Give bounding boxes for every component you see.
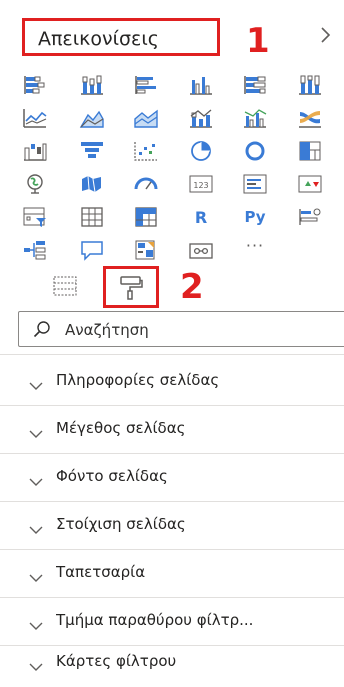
ribbon-chart-icon[interactable] [297, 107, 323, 129]
clustered-bar-chart-icon[interactable] [133, 74, 159, 96]
search-box[interactable] [18, 311, 344, 347]
chevron-right-icon[interactable] [314, 24, 336, 46]
section-label: Ταπετσαρία [56, 563, 146, 581]
pane-title: Απεικονίσεις [38, 28, 159, 50]
line-and-stacked-column-chart-icon[interactable] [188, 107, 214, 129]
multi-row-card-icon[interactable] [242, 173, 268, 195]
search-input[interactable] [65, 319, 335, 341]
card-icon[interactable]: 123 [188, 173, 214, 195]
section-wallpaper[interactable]: Ταπετσαρία [0, 550, 344, 598]
slicer-icon[interactable] [22, 206, 48, 228]
100-stacked-column-chart-icon[interactable] [297, 74, 323, 96]
section-label: Μέγεθος σελίδας [56, 419, 186, 437]
chevron-down-icon [29, 424, 43, 438]
section-canvas-background[interactable]: Φόντο σελίδας [0, 454, 344, 502]
stacked-bar-chart-icon[interactable] [22, 74, 48, 96]
chevron-down-icon [29, 376, 43, 390]
fields-icon[interactable] [52, 275, 78, 297]
chevron-down-icon [29, 568, 43, 582]
stacked-area-chart-icon[interactable] [133, 107, 159, 129]
build-format-tabs: 2 [0, 264, 344, 310]
100-stacked-bar-chart-icon[interactable] [242, 74, 268, 96]
format-highlight-box[interactable] [103, 266, 159, 308]
area-chart-icon[interactable] [79, 107, 105, 129]
divider [0, 354, 344, 355]
python-visual-text: Py [244, 208, 265, 226]
filled-map-icon[interactable] [79, 173, 105, 195]
annotation-number-2: 2 [180, 267, 204, 307]
chevron-down-icon [29, 520, 43, 534]
annotation-number-1: 1 [246, 21, 270, 61]
key-influencers-icon[interactable] [297, 206, 323, 228]
matrix-icon[interactable] [133, 206, 159, 228]
section-page-alignment[interactable]: Στοίχιση σελίδας [0, 502, 344, 550]
more-visuals-icon[interactable]: ··· [242, 238, 268, 261]
r-script-visual-icon[interactable]: R [188, 206, 214, 228]
section-label: Πληροφορίες σελίδας [56, 371, 220, 389]
r-visual-text: R [195, 208, 207, 227]
line-and-clustered-column-chart-icon[interactable] [242, 107, 268, 129]
line-chart-icon[interactable] [22, 107, 48, 129]
chevron-down-icon [29, 616, 43, 630]
section-label: Κάρτες φίλτρου [56, 652, 177, 670]
kpi-icon[interactable] [297, 173, 323, 195]
visualizations-pane: Απεικονίσεις 1 123 R Py ··· 2 Αναζήτηση … [0, 0, 344, 680]
qa-icon[interactable] [79, 239, 105, 261]
pie-chart-icon[interactable] [188, 140, 214, 162]
clustered-column-chart-icon[interactable] [188, 74, 214, 96]
section-canvas-settings[interactable]: Μέγεθος σελίδας [0, 406, 344, 454]
chevron-down-icon [29, 657, 43, 671]
decomposition-tree-icon[interactable] [22, 239, 48, 261]
treemap-icon[interactable] [297, 140, 323, 162]
paginated-report-icon[interactable] [188, 239, 214, 261]
stacked-column-chart-icon[interactable] [79, 74, 105, 96]
section-label: Φόντο σελίδας [56, 467, 168, 485]
chevron-down-icon [29, 472, 43, 486]
scatter-chart-icon[interactable] [133, 140, 159, 162]
section-page-information[interactable]: Πληροφορίες σελίδας [0, 358, 344, 406]
pane-header: Απεικονίσεις 1 [0, 10, 344, 62]
title-highlight-box: Απεικονίσεις [22, 18, 220, 56]
donut-chart-icon[interactable] [242, 140, 268, 162]
waterfall-chart-icon[interactable] [22, 140, 48, 162]
card-icon-text: 123 [193, 181, 208, 190]
funnel-chart-icon[interactable] [79, 140, 105, 162]
map-icon[interactable] [22, 173, 48, 195]
paint-roller-icon[interactable] [119, 275, 143, 301]
python-visual-icon[interactable]: Py [242, 206, 268, 228]
table-icon[interactable] [79, 206, 105, 228]
search-icon [33, 320, 51, 338]
section-label: Τμήμα παραθύρου φίλτρ... [56, 611, 254, 629]
smart-narrative-icon[interactable] [133, 239, 159, 261]
gauge-icon[interactable] [133, 173, 159, 195]
section-label: Στοίχιση σελίδας [56, 515, 186, 533]
